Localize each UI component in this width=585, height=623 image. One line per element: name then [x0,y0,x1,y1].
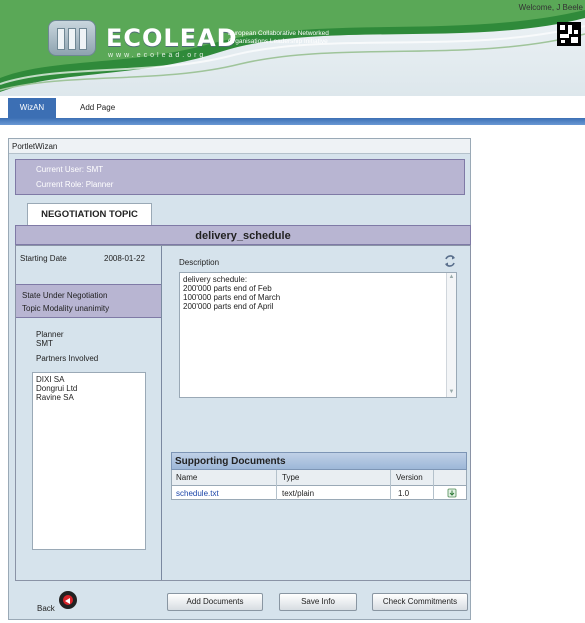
topic-title: delivery_schedule [15,225,471,245]
current-user: Current User: SMT [36,165,104,174]
topic-details: Starting Date 2008-01-22 State Under Neg… [15,245,471,581]
document-version: 1.0 [398,489,410,498]
user-info-box: Current User: SMT Current Role: Planner [15,159,465,195]
supporting-documents: Supporting Documents Name Type Version s… [171,452,467,508]
check-commitments-button[interactable]: Check Commitments [372,593,468,611]
brand-name: ECOLEAD [106,24,238,52]
brand-tagline-line: Organisations Leadership Initiative [228,38,328,45]
document-link[interactable]: schedule.txt [176,489,219,498]
starting-date-label: Starting Date [20,254,67,263]
partner-logo-icon [557,22,581,46]
column-divider [390,470,391,500]
column-divider [433,470,434,500]
download-icon[interactable] [447,488,457,498]
planner-role: Planner [36,330,64,339]
description-textarea[interactable]: delivery schedule: 200'000 parts end of … [179,272,457,398]
back-arrow-icon[interactable] [59,591,77,609]
list-item[interactable]: DIXI SA [36,375,142,384]
portlet-wizan: PortletWizan Current User: SMT Current R… [8,138,471,620]
scroll-up-icon[interactable]: ▲ [448,274,455,281]
document-type: text/plain [282,489,315,498]
starting-date-value: 2008-01-22 [104,254,145,263]
documents-table-header: Name Type Version [171,470,467,485]
tab-wizan[interactable]: WizAN [8,98,56,118]
list-item[interactable]: Dongrui Ltd [36,384,142,393]
save-info-button[interactable]: Save Info [279,593,357,611]
column-header-type: Type [282,473,300,482]
brand-url: www.ecolead.org [108,52,207,59]
description-scrollbar[interactable]: ▲ ▼ [446,273,456,397]
portlet-title: PortletWizan [9,139,470,154]
list-item[interactable]: Ravine SA [36,393,142,402]
state-box: State Under Negotiation Topic Modality u… [16,284,161,318]
tab-negotiation-topic[interactable]: NEGOTIATION TOPIC [27,203,152,225]
current-role: Current Role: Planner [36,180,114,189]
refresh-icon[interactable] [443,254,457,268]
description-label: Description [179,258,220,267]
description-line: 200'000 parts end of April [183,302,274,311]
tab-add-page[interactable]: Add Page [72,98,123,118]
add-documents-button[interactable]: Add Documents [167,593,263,611]
back-label[interactable]: Back [37,604,55,613]
topic-modality: Topic Modality unanimity [22,304,110,313]
topic-state: State Under Negotiation [22,291,108,300]
topic-description-column: Description delivery schedule: 200'000 p… [163,246,471,580]
planner-user: SMT [36,339,53,348]
partners-label: Partners Involved [36,354,99,363]
topic-info-column: Starting Date 2008-01-22 State Under Neg… [16,246,162,580]
description-line: 100'000 parts end of March [183,293,281,302]
tab-bar: WizAN Add Page [0,98,585,120]
description-line: 200'000 parts end of Feb [183,284,272,293]
planner-info: Planner SMT [36,330,64,348]
column-divider [276,470,277,500]
brand-tagline: European Collaborative Networked Organis… [228,30,358,46]
page: Welcome, J Beele ECOLEAD www.ecolead.org… [0,0,585,623]
column-header-version: Version [396,473,423,482]
supporting-documents-title: Supporting Documents [171,452,467,470]
tab-underline [0,118,585,125]
welcome-text: Welcome, J Beele [518,3,583,12]
table-row: schedule.txt text/plain 1.0 [171,485,467,500]
brand-tagline-line: European Collaborative Networked [228,30,329,37]
partners-list[interactable]: DIXI SA Dongrui Ltd Ravine SA [32,372,146,550]
description-line: delivery schedule: [183,275,248,284]
scroll-down-icon[interactable]: ▼ [448,389,455,396]
ecolead-logo-icon [48,20,96,56]
column-header-name: Name [176,473,198,482]
header-banner: Welcome, J Beele ECOLEAD www.ecolead.org… [0,0,585,96]
